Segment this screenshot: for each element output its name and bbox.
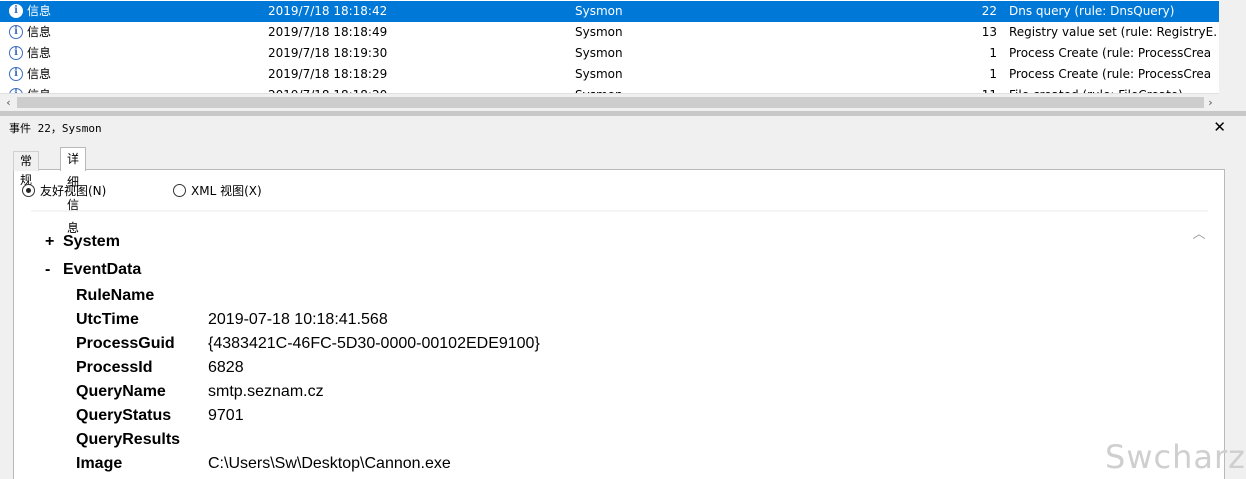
event-task: Process Create (rule: ProcessCrea	[1009, 46, 1212, 60]
event-date: 2019/7/18 18:18:42	[268, 4, 388, 18]
event-id: 1	[989, 46, 997, 60]
event-id: 13	[981, 25, 997, 39]
event-source: Sysmon	[575, 85, 623, 93]
event-level: 信息	[27, 85, 51, 93]
event-date: 2019/7/18 18:18:49	[268, 25, 388, 39]
info-icon: i	[9, 4, 23, 18]
field-value: 2019-07-18 10:18:41.568	[208, 311, 388, 328]
event-row[interactable]: i 信息 2019/7/18 18:18:29 Sysmon 1 Process…	[0, 64, 1219, 85]
field-key: ProcessId	[76, 359, 153, 376]
event-source: Sysmon	[575, 67, 623, 81]
close-icon[interactable]: ✕	[1213, 118, 1226, 136]
event-source: Sysmon	[575, 25, 623, 39]
collapse-icon[interactable]: -	[45, 260, 63, 280]
event-level: 信息	[27, 67, 52, 81]
event-row[interactable]: i 信息 2019/7/18 18:18:49 Sysmon 13 Regist…	[0, 22, 1219, 43]
section-label: EventData	[63, 261, 142, 278]
scrollbar-thumb[interactable]	[17, 97, 1204, 108]
scrollbar-corner	[1219, 93, 1246, 110]
field-key: QueryResults	[76, 431, 181, 448]
detail-title: 事件 22，Sysmon	[9, 122, 102, 135]
expand-icon[interactable]: +	[45, 232, 63, 252]
friendly-view-pane[interactable]: + System - EventData RuleName UtcTime 2019…	[31, 212, 1208, 478]
scroll-up-icon[interactable]: ︿	[1190, 226, 1208, 244]
event-list[interactable]: i 信息 2019/7/18 18:18:42 Sysmon 22 Dns qu…	[0, 0, 1219, 93]
event-id: 22	[981, 4, 997, 18]
event-row[interactable]: i 信息 2019/7/18 18:18:42 Sysmon 22 Dns qu…	[0, 1, 1219, 22]
info-icon: i	[9, 46, 23, 60]
event-level: 信息	[27, 46, 52, 60]
event-source: Sysmon	[575, 46, 623, 60]
event-task: Dns query (rule: DnsQuery)	[1009, 4, 1175, 18]
scroll-left-icon[interactable]: ‹	[0, 94, 17, 111]
event-id: 11	[940, 85, 997, 93]
event-task: Registry value set (rule: RegistryE...	[1009, 25, 1217, 39]
tab-general[interactable]: 常规	[13, 151, 40, 187]
info-icon: i	[9, 67, 23, 81]
field-value: C:\Users\Sw\Desktop\Cannon.exe	[208, 455, 451, 472]
field-value: {4383421C-46FC-5D30-0000-00102EDE9100}	[208, 335, 540, 352]
field-key: Image	[76, 455, 123, 472]
event-list-horizontal-scrollbar[interactable]: ‹ ›	[0, 93, 1219, 111]
watermark: Swcharz	[1105, 438, 1246, 476]
field-value: 9701	[208, 407, 244, 424]
event-task: Process Create (rule: ProcessCrea	[1009, 67, 1212, 81]
tab-details[interactable]: 详细信息	[60, 147, 87, 235]
field-value: smtp.seznam.cz	[208, 383, 324, 400]
event-date: 2019/7/18 18:19:30	[268, 46, 388, 60]
xml-view-label: XML 视图(X)	[191, 184, 262, 198]
event-id: 1	[989, 67, 997, 81]
scroll-right-icon[interactable]: ›	[1202, 94, 1219, 111]
friendly-view-radio[interactable]: 友好视图(N)	[22, 182, 106, 200]
event-level: 信息	[27, 4, 52, 18]
event-date: 2019/7/18 18:18:20	[268, 85, 387, 93]
event-task: File created (rule: FileCreate)	[1009, 85, 1217, 93]
field-key: QueryName	[76, 383, 166, 400]
event-source: Sysmon	[575, 4, 623, 18]
radio-unchecked-icon	[173, 184, 186, 197]
event-row[interactable]: i 信息 2019/7/18 18:18:20 Sysmon 11 File c…	[0, 85, 1219, 93]
xml-view-radio[interactable]: XML 视图(X)	[173, 182, 262, 200]
detail-header: 事件 22，Sysmon ✕	[0, 116, 1246, 138]
event-row[interactable]: i 信息 2019/7/18 18:19:30 Sysmon 1 Process…	[0, 43, 1219, 64]
radio-checked-icon	[22, 184, 35, 197]
field-value: 6828	[208, 359, 244, 376]
field-key: UtcTime	[76, 311, 139, 328]
event-list-vertical-scrollbar[interactable]	[1219, 0, 1246, 93]
section-eventdata[interactable]: - EventData	[45, 260, 141, 280]
field-key: QueryStatus	[76, 407, 172, 424]
event-date: 2019/7/18 18:18:29	[268, 67, 388, 81]
field-key: ProcessGuid	[76, 335, 175, 352]
section-system[interactable]: + System	[45, 232, 120, 252]
event-level: 信息	[27, 25, 52, 39]
field-key: RuleName	[76, 287, 155, 304]
info-icon: i	[9, 25, 23, 39]
